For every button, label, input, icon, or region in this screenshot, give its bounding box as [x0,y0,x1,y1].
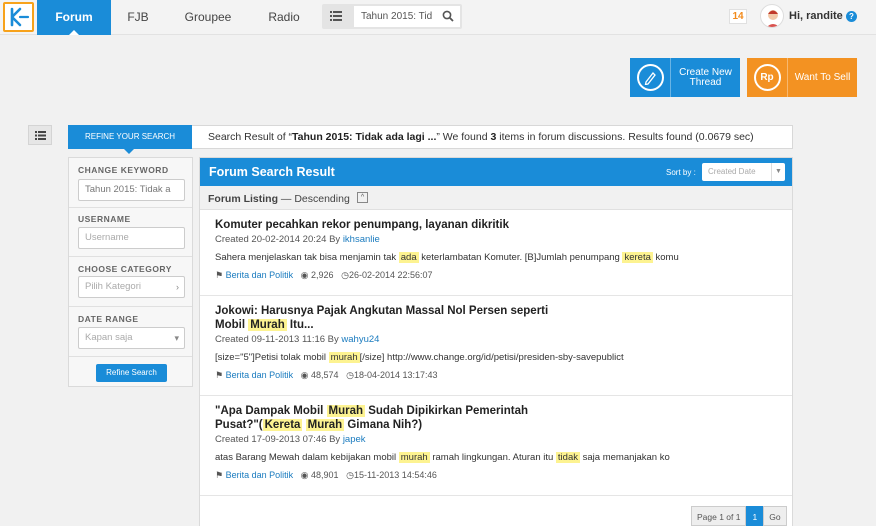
chevron-down-icon: ▾ [174,333,179,343]
clock-icon: ◷ [346,370,354,380]
tab-groupee[interactable]: Groupee [178,0,238,35]
category-select[interactable]: Pilih Kategori › [78,276,185,298]
change-keyword-label: CHANGE KEYWORD [78,165,169,175]
create-new-thread-label: Create New Thread [679,66,732,88]
thread-author-link[interactable]: ikhsanlie [343,234,380,245]
thread-last-post: 15-11-2013 14:54:46 [353,470,437,480]
forum-search-results: Forum Search Result Sort by : Created Da… [199,157,793,526]
search-result-summary: Search Result of “Tahun 2015: Tidak ada … [208,131,754,143]
tag-icon: ⚑ [215,470,224,480]
thread-category-link[interactable]: Berita dan Politik [226,370,294,380]
username-input[interactable]: Username [78,227,185,249]
search-query: Tahun 2015: Tidak ada lagi ... [292,131,437,143]
thread-snippet: Sahera menjelaskan tak bisa menjamin tak… [215,252,679,263]
search-icon[interactable] [442,10,454,22]
thread-snippet: [size="5"]Petisi tolak mobil murah [/size… [215,352,624,363]
refine-your-search-tab[interactable]: REFINE YOUR SEARCH [68,125,192,154]
thread-meta: Created 17-09-2013 07:46 By japek [215,434,366,445]
pagination: Page 1 of 1 1 Go [691,506,787,526]
sidebar-toggle-button[interactable] [28,125,52,145]
sort-select[interactable]: Created Date ▼ [702,163,785,181]
thread-author-link[interactable]: japek [343,434,366,445]
user-avatar-icon [766,10,780,27]
tab-fjb[interactable]: FJB [118,0,158,35]
clock-icon: ◷ [346,470,354,480]
date-range-label: DATE RANGE [78,314,139,324]
thread-category-link[interactable]: Berita dan Politik [226,470,294,480]
keyword-input[interactable]: Tahun 2015: Tidak a [78,179,185,201]
eye-icon: ◉ [300,370,309,380]
page-info: Page 1 of 1 [691,506,747,526]
tab-forum[interactable]: Forum [37,0,111,35]
chevron-down-icon: ▼ [771,163,785,181]
want-to-sell-label: Want To Sell [794,71,851,83]
want-to-sell-button[interactable]: Rp Want To Sell [747,58,857,97]
results-header: Forum Search Result Sort by : Created Da… [200,158,792,186]
notification-badge[interactable]: 14 [729,9,747,24]
date-range-select[interactable]: Kapan saja ▾ [78,327,185,349]
thread-title[interactable]: "Apa Dampak Mobil Murah Sudah Dipikirkan… [215,404,528,432]
tag-icon: ⚑ [215,370,224,380]
page-1-button[interactable]: 1 [746,506,764,526]
tab-radio[interactable]: Radio [262,0,306,35]
thread-views: 48,574 [311,370,339,380]
thread-footer: ⚑ Berita dan Politik ◉ 48,901 ◷15-11-201… [215,470,437,481]
tag-icon: ⚑ [215,270,224,280]
create-new-thread-button[interactable]: Create New Thread [630,58,740,97]
thread-views: 48,901 [311,470,339,480]
clock-icon: ◷ [341,270,349,280]
refine-search-button[interactable]: Refine Search [96,364,167,382]
thread-item: "Apa Dampak Mobil Murah Sudah Dipikirkan… [200,396,792,496]
avatar[interactable] [760,4,784,28]
listing-order: — Descending [278,193,350,205]
thread-category-link[interactable]: Berita dan Politik [226,270,294,280]
sort-label: Sort by : [666,168,696,177]
go-button[interactable]: Go [763,506,787,526]
list-icon[interactable] [330,10,342,22]
thread-title[interactable]: Jokowi: Harusnya Pajak Angkutan Massal N… [215,304,548,332]
kaskus-logo[interactable] [3,2,34,32]
results-title: Forum Search Result [209,165,335,179]
username-label: USERNAME [78,214,131,224]
thread-snippet: atas Barang Mewah dalam kebijakan mobil … [215,452,670,463]
thread-author-link[interactable]: wahyu24 [341,334,379,345]
thread-item: Jokowi: Harusnya Pajak Angkutan Massal N… [200,296,792,396]
thread-footer: ⚑ Berita dan Politik ◉ 2,926 ◷26-02-2014… [215,270,433,281]
list-icon [34,130,46,140]
rupiah-icon: Rp [753,64,781,91]
thread-last-post: 18-04-2014 13:17:43 [353,370,438,380]
pencil-icon [636,64,664,91]
eye-icon: ◉ [300,270,309,280]
thread-item: Komuter pecahkan rekor penumpang, layana… [200,210,792,296]
search-box [322,4,462,29]
k-logo-icon [10,7,29,27]
thread-views: 2,926 [311,270,334,280]
top-navbar: Forum FJB Groupee Radio 14 Hi, randite ? [0,0,876,35]
thread-meta: Created 09-11-2013 11:16 By wahyu24 [215,334,380,345]
help-icon[interactable]: ? [846,11,857,22]
thread-footer: ⚑ Berita dan Politik ◉ 48,574 ◷18-04-201… [215,370,438,381]
thread-meta: Created 20-02-2014 20:24 By ikhsanlie [215,234,380,245]
user-greeting[interactable]: Hi, randite [789,10,843,22]
collapse-toggle-icon[interactable]: ^ [357,192,368,203]
forum-listing-bar: Forum Listing — Descending ^ [200,186,792,210]
eye-icon: ◉ [300,470,309,480]
chevron-right-icon: › [176,282,179,292]
listing-label: Forum Listing [208,193,278,205]
choose-category-label: CHOOSE CATEGORY [78,264,172,274]
refine-search-sidebar: CHANGE KEYWORD Tahun 2015: Tidak a USERN… [68,157,193,387]
thread-title[interactable]: Komuter pecahkan rekor penumpang, layana… [215,218,509,232]
thread-last-post: 26-02-2014 22:56:07 [348,270,433,280]
